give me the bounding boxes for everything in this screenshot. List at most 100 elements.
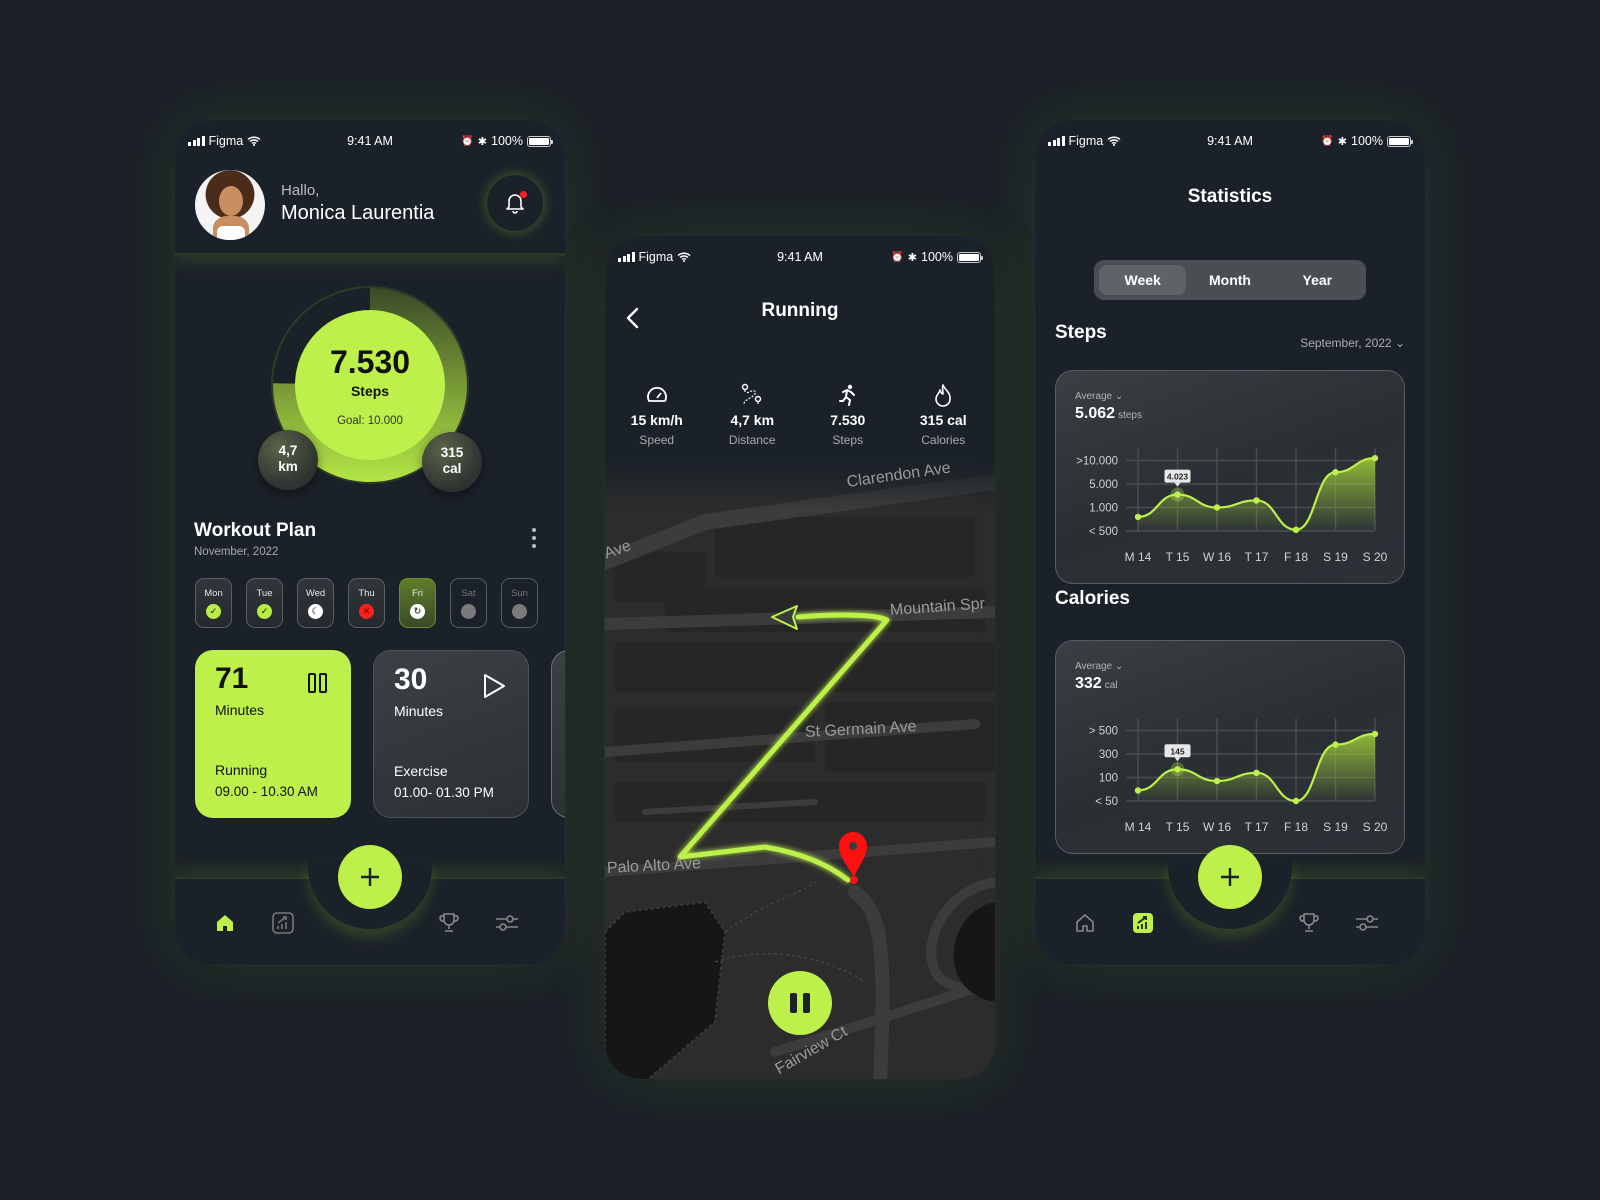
tab-home[interactable] — [1073, 911, 1097, 935]
moon-icon: ☾ — [308, 604, 323, 619]
data-point — [1253, 497, 1260, 504]
tab-week[interactable]: Week — [1099, 265, 1187, 295]
battery-icon — [957, 251, 983, 263]
x-tick-label: W 16 — [1203, 550, 1231, 564]
y-tick-label: 100 — [1099, 773, 1118, 785]
calories-section-title: Calories — [1055, 588, 1130, 609]
distance-unit: km — [278, 459, 298, 474]
data-point — [1371, 454, 1379, 462]
y-tick-label: >10.000 — [1076, 456, 1118, 468]
x-tick-label: S 20 — [1363, 820, 1388, 834]
steps-value: 7.530 — [329, 344, 411, 380]
stat-calories: 315 cal Calories — [898, 382, 988, 447]
in-progress-icon: ↻ — [410, 604, 425, 619]
battery-percent: 100% — [1351, 134, 1383, 148]
x-tick-label: T 17 — [1245, 820, 1269, 834]
home-screen: Figma 9:41 AM ⏰ ✱ 100% Hallo, Monica Lau… — [175, 120, 565, 965]
x-tick-label: F 18 — [1284, 820, 1308, 834]
tab-statistics[interactable] — [1131, 911, 1155, 935]
sliders-icon — [1356, 915, 1378, 931]
pause-run-button[interactable] — [768, 971, 832, 1035]
notifications-button[interactable] — [487, 175, 543, 231]
add-button[interactable] — [338, 845, 402, 909]
check-icon: ✓ — [206, 604, 221, 619]
tab-home[interactable] — [213, 911, 237, 935]
x-tick-label: T 15 — [1166, 820, 1190, 834]
statistics-screen: Figma 9:41 AM ⏰ ✱ 100% Statistics Week M… — [1035, 120, 1425, 965]
stat-distance: 4,7 km Distance — [707, 382, 797, 447]
distance-value: 4,7 — [278, 443, 298, 458]
play-icon[interactable] — [482, 673, 506, 699]
data-point — [1134, 513, 1142, 521]
tab-year[interactable]: Year — [1274, 265, 1361, 295]
calories-unit: cal — [442, 461, 462, 476]
status-bar: Figma 9:41 AM ⏰ ✱ 100% — [605, 248, 995, 268]
tab-settings[interactable] — [1355, 911, 1379, 935]
check-icon: ✓ — [257, 604, 272, 619]
data-point — [1253, 769, 1260, 776]
page-title: Running — [761, 300, 839, 321]
y-tick-label: 1.000 — [1089, 503, 1118, 515]
bluetooth-icon: ✱ — [1337, 135, 1348, 148]
battery-icon — [1387, 135, 1413, 147]
statistics-icon — [1133, 913, 1153, 933]
workout-type: Exercise — [394, 763, 448, 779]
period-selector: Week Month Year — [1094, 260, 1366, 300]
x-tick-label: S 19 — [1323, 820, 1348, 834]
home-header: Hallo, Monica Laurentia — [175, 120, 565, 256]
steps-goal: Goal: 10.000 — [337, 415, 403, 427]
x-tick-label: T 17 — [1245, 550, 1269, 564]
tab-statistics[interactable] — [271, 911, 295, 935]
steps-chart: < 500 1.000 5.000 >10.000 M 14 T 15 W 16 T 17 F … — [1076, 448, 1388, 564]
user-name: Monica Laurentia — [281, 202, 435, 224]
data-point — [1292, 797, 1300, 805]
tooltip-label: 4.023 — [1167, 472, 1189, 482]
chevron-down-icon: ⌄ — [1394, 336, 1405, 350]
day-mon[interactable]: Mon ✓ — [195, 578, 232, 628]
day-thu[interactable]: Thu ✕ — [348, 578, 385, 628]
workout-card-exercise[interactable]: 30 Minutes Exercise 01.00- 01.30 PM — [373, 650, 529, 818]
x-tick-label: S 20 — [1363, 550, 1388, 564]
empty-status-icon — [512, 604, 527, 619]
pause-icon[interactable] — [307, 672, 329, 694]
plus-icon — [361, 868, 379, 886]
data-point — [1174, 491, 1181, 498]
data-point — [1174, 766, 1181, 773]
plus-icon — [1221, 868, 1239, 886]
alarm-icon: ⏰ — [1321, 135, 1334, 147]
tooltip-pointer — [1174, 757, 1181, 762]
x-tick-label: S 19 — [1323, 550, 1348, 564]
day-fri[interactable]: Fri ↻ — [399, 578, 436, 628]
more-options-button[interactable] — [531, 528, 537, 548]
empty-status-icon — [461, 604, 476, 619]
tab-month[interactable]: Month — [1186, 265, 1273, 295]
calories-bubble: 315 cal — [422, 432, 482, 492]
workout-card-next[interactable] — [551, 650, 565, 818]
y-tick-label: 300 — [1099, 749, 1118, 761]
steps-section-title: Steps — [1055, 322, 1107, 343]
tab-achievements[interactable] — [1297, 911, 1321, 935]
day-tue[interactable]: Tue ✓ — [246, 578, 283, 628]
day-sun[interactable]: Sun — [501, 578, 538, 628]
avatar[interactable] — [195, 170, 265, 240]
run-stats: 15 km/h Speed 4,7 km Distance 7.530 Step… — [605, 382, 995, 447]
data-point — [1213, 777, 1221, 785]
steps-chart-card: Average ⌄ 5.062 steps < 500 1.000 5.000 >10.… — [1055, 370, 1405, 584]
day-sat[interactable]: Sat — [450, 578, 487, 628]
x-tick-label: W 16 — [1203, 820, 1231, 834]
trophy-icon — [1299, 913, 1319, 932]
tab-achievements[interactable] — [437, 911, 461, 935]
data-point — [1332, 469, 1339, 476]
tab-settings[interactable] — [495, 911, 519, 935]
runner-icon — [838, 384, 855, 406]
data-point — [1332, 741, 1339, 748]
month-selector[interactable]: September, 2022 ⌄ — [1300, 336, 1405, 350]
stat-steps: 7.530 Steps — [803, 382, 893, 447]
speedometer-icon — [646, 387, 667, 402]
workout-card-running[interactable]: 71 Minutes Running 09.00 - 10.30 AM — [195, 650, 351, 818]
add-button[interactable] — [1198, 845, 1262, 909]
greeting: Hallo, — [281, 182, 320, 199]
y-tick-label: < 500 — [1089, 526, 1118, 538]
day-wed[interactable]: Wed ☾ — [297, 578, 334, 628]
home-icon — [217, 915, 233, 931]
